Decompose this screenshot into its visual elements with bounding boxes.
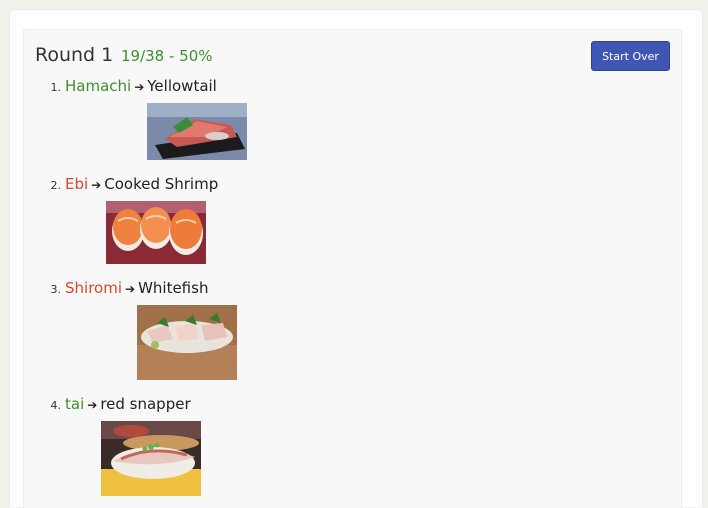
japanese-word: Hamachi (65, 77, 132, 95)
round-panel: Round 1 19/38 - 50% Start Over 1. Hamach… (23, 29, 682, 508)
list-item-number: 3. (50, 283, 62, 296)
japanese-word: tai (65, 395, 85, 413)
ebi-nigiri-photo (106, 201, 206, 264)
shiromi-sashimi-photo (137, 305, 237, 380)
tai-nigiri-photo (101, 421, 201, 496)
english-meaning: Cooked Shrimp (104, 175, 219, 193)
arrow-icon: ➔ (125, 282, 136, 296)
start-over-button[interactable]: Start Over (591, 41, 670, 71)
list-item-number: 1. (50, 81, 62, 94)
arrow-icon: ➔ (91, 178, 102, 192)
japanese-word: Shiromi (65, 279, 122, 297)
list-item-number: 4. (50, 399, 62, 412)
round-title: Round 1 (35, 44, 114, 66)
arrow-icon: ➔ (134, 80, 145, 94)
list-item-number: 2. (50, 179, 62, 192)
list-item-term: Ebi ➔ Cooked Shrimp (65, 175, 218, 193)
list-item-term: Hamachi ➔ Yellowtail (65, 77, 217, 95)
japanese-word: Ebi (65, 175, 89, 193)
english-meaning: Whitefish (138, 279, 209, 297)
list-item-term: Shiromi ➔ Whitefish (65, 279, 208, 297)
list-item-term: tai ➔ red snapper (65, 395, 191, 413)
arrow-icon: ➔ (87, 398, 98, 412)
round-score: 19/38 - 50% (121, 47, 213, 65)
english-meaning: Yellowtail (147, 77, 217, 95)
page-container: Round 1 19/38 - 50% Start Over 1. Hamach… (9, 9, 703, 508)
english-meaning: red snapper (100, 395, 191, 413)
hamachi-sashimi-photo (147, 103, 247, 160)
